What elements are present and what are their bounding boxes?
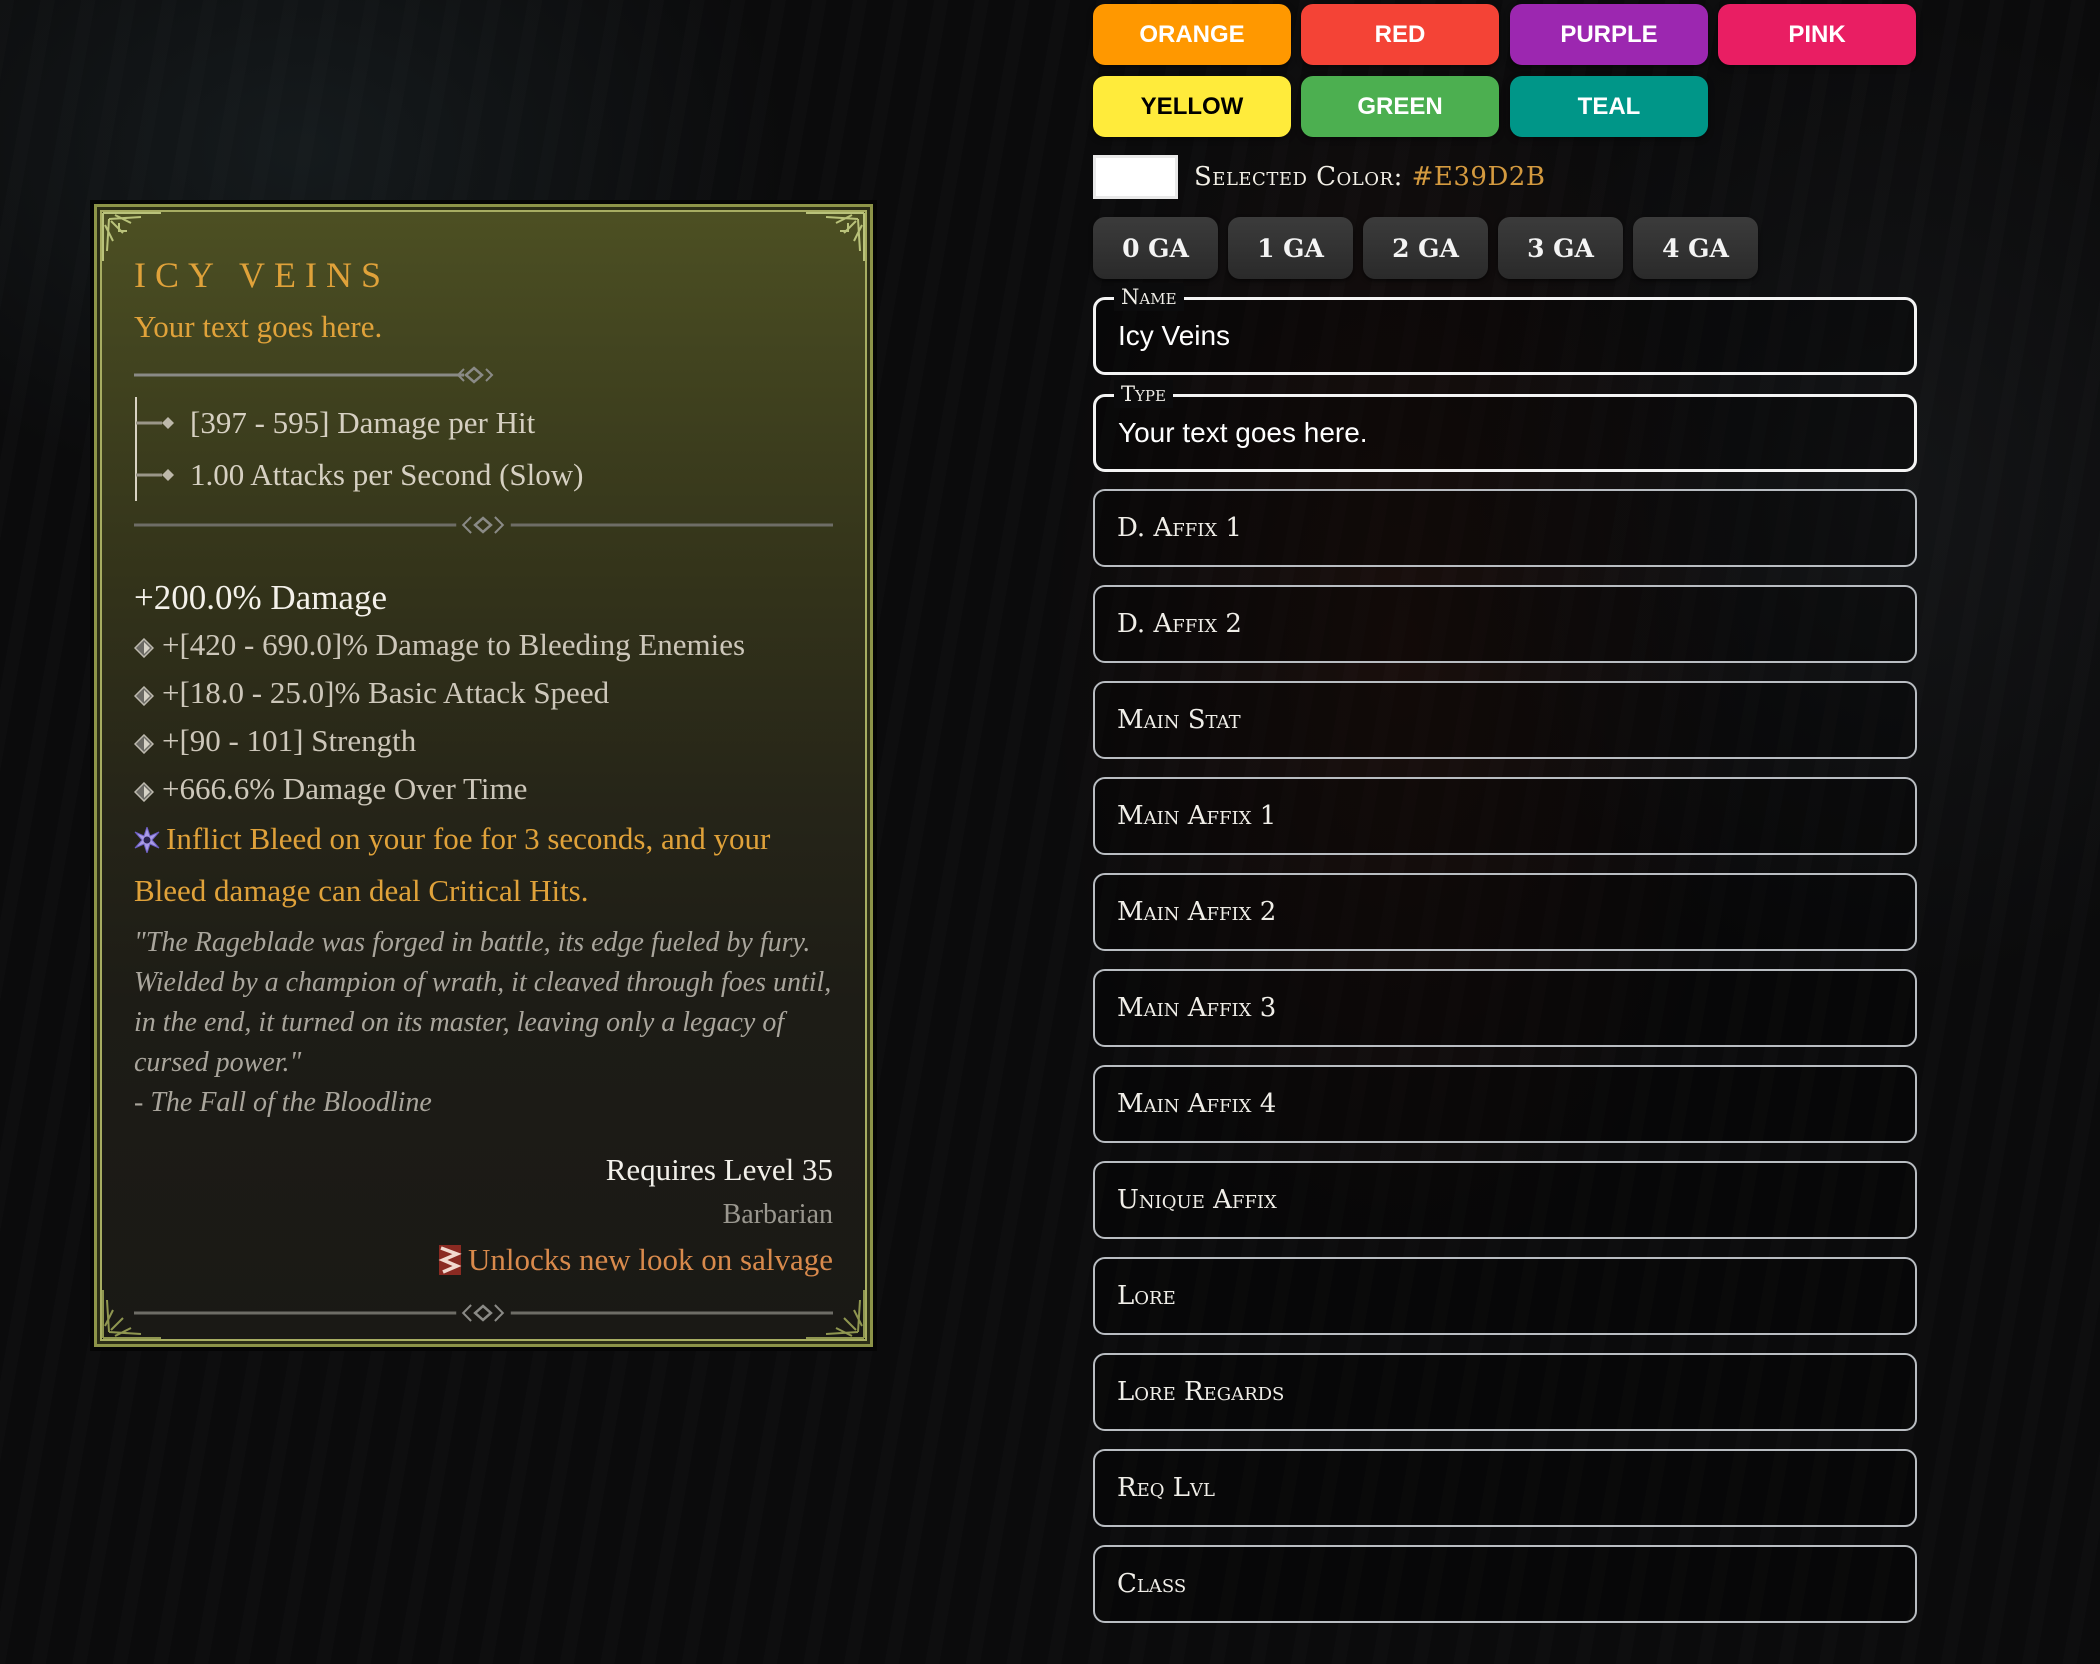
selected-color-label: Selected Color: #E39D2B <box>1194 162 1546 192</box>
name-field: Name <box>1093 283 1917 375</box>
affix-line: +666.6% Damage Over Time <box>134 765 833 813</box>
class-field <box>1093 1545 1917 1623</box>
main-affix-2-field <box>1093 873 1917 951</box>
tree-branch-icon <box>135 449 174 501</box>
base-stat-attack-speed: 1.00 Attacks per Second (Slow) <box>134 449 833 501</box>
d-affix-2-field <box>1093 585 1917 663</box>
main-affix-4-input[interactable] <box>1117 1067 1893 1141</box>
main-affix-4-field <box>1093 1065 1917 1143</box>
base-stats: [397 - 595] Damage per Hit 1.00 Attacks … <box>134 397 833 501</box>
class-input[interactable] <box>1117 1547 1893 1621</box>
color-button-purple[interactable]: PURPLE <box>1510 4 1708 65</box>
transmog-salvage-icon <box>438 1245 462 1275</box>
lore-regards-field <box>1093 1353 1917 1431</box>
ga-button-0[interactable]: 0 GA <box>1093 217 1218 279</box>
affix-line: +[18.0 - 25.0]% Basic Attack Speed <box>134 669 833 717</box>
ga-button-2[interactable]: 2 GA <box>1363 217 1488 279</box>
diamond-bullet-icon <box>134 638 154 658</box>
diamond-bullet-icon <box>134 686 154 706</box>
salvage-note: Unlocks new look on salvage <box>134 1237 833 1283</box>
affix-line: +[90 - 101] Strength <box>134 717 833 765</box>
main-affix-1-field <box>1093 777 1917 855</box>
name-input[interactable] <box>1118 300 1892 372</box>
diamond-bullet-icon <box>134 734 154 754</box>
color-swatch[interactable] <box>1093 155 1178 199</box>
item-type: Your text goes here. <box>134 309 383 344</box>
selected-color-row: Selected Color: #E39D2B <box>1093 155 1545 199</box>
separator <box>134 1301 833 1325</box>
lore-input[interactable] <box>1117 1259 1893 1333</box>
lore-source: - The Fall of the Bloodline <box>134 1087 432 1118</box>
type-input[interactable] <box>1118 397 1892 469</box>
ga-button-3[interactable]: 3 GA <box>1498 217 1623 279</box>
separator <box>134 513 833 537</box>
lore-field <box>1093 1257 1917 1335</box>
greater-affix-buttons: 0 GA 1 GA 2 GA 3 GA 4 GA <box>1093 217 1758 279</box>
main-affix-3-input[interactable] <box>1117 971 1893 1045</box>
color-button-orange[interactable]: ORANGE <box>1093 4 1291 65</box>
d-affix-1-input[interactable] <box>1117 491 1893 565</box>
color-button-teal[interactable]: TEAL <box>1510 76 1708 137</box>
req-lvl-field <box>1093 1449 1917 1527</box>
ga-button-1[interactable]: 1 GA <box>1228 217 1353 279</box>
color-button-pink[interactable]: PINK <box>1718 4 1916 65</box>
main-stat: +200.0% Damage <box>134 578 387 617</box>
color-button-yellow[interactable]: YELLOW <box>1093 76 1291 137</box>
main-affix-3-field <box>1093 969 1917 1047</box>
diamond-bullet-icon <box>134 782 154 802</box>
selected-color-value: #E39D2B <box>1411 162 1546 192</box>
d-affix-1-field <box>1093 489 1917 567</box>
base-stat-damage: [397 - 595] Damage per Hit <box>134 397 833 449</box>
color-button-red[interactable]: RED <box>1301 4 1499 65</box>
main-stat-input[interactable] <box>1117 683 1893 757</box>
unique-affix: Inflict Bleed on your foe for 3 seconds,… <box>134 821 771 908</box>
lore-regards-input[interactable] <box>1117 1355 1893 1429</box>
item-tooltip-card: ICY VEINS Your text goes here. [397 - 59… <box>94 204 873 1347</box>
class-requirement: Barbarian <box>722 1199 833 1230</box>
required-level: Requires Level 35 <box>605 1152 833 1187</box>
d-affix-2-input[interactable] <box>1117 587 1893 661</box>
item-name: ICY VEINS <box>134 255 391 295</box>
lore-text: "The Rageblade was forged in battle, its… <box>134 927 832 1078</box>
main-affix-1-input[interactable] <box>1117 779 1893 853</box>
ga-button-4[interactable]: 4 GA <box>1633 217 1758 279</box>
main-stat-field <box>1093 681 1917 759</box>
unique-affix-input[interactable] <box>1117 1163 1893 1237</box>
req-lvl-input[interactable] <box>1117 1451 1893 1525</box>
main-affix-2-input[interactable] <box>1117 875 1893 949</box>
affix-line: +[420 - 690.0]% Damage to Bleeding Enemi… <box>134 621 833 669</box>
color-button-green[interactable]: GREEN <box>1301 76 1499 137</box>
separator <box>134 363 504 387</box>
unique-affix-field <box>1093 1161 1917 1239</box>
unique-star-icon <box>134 827 160 853</box>
type-field: Type <box>1093 380 1917 472</box>
tree-branch-icon <box>135 397 174 449</box>
